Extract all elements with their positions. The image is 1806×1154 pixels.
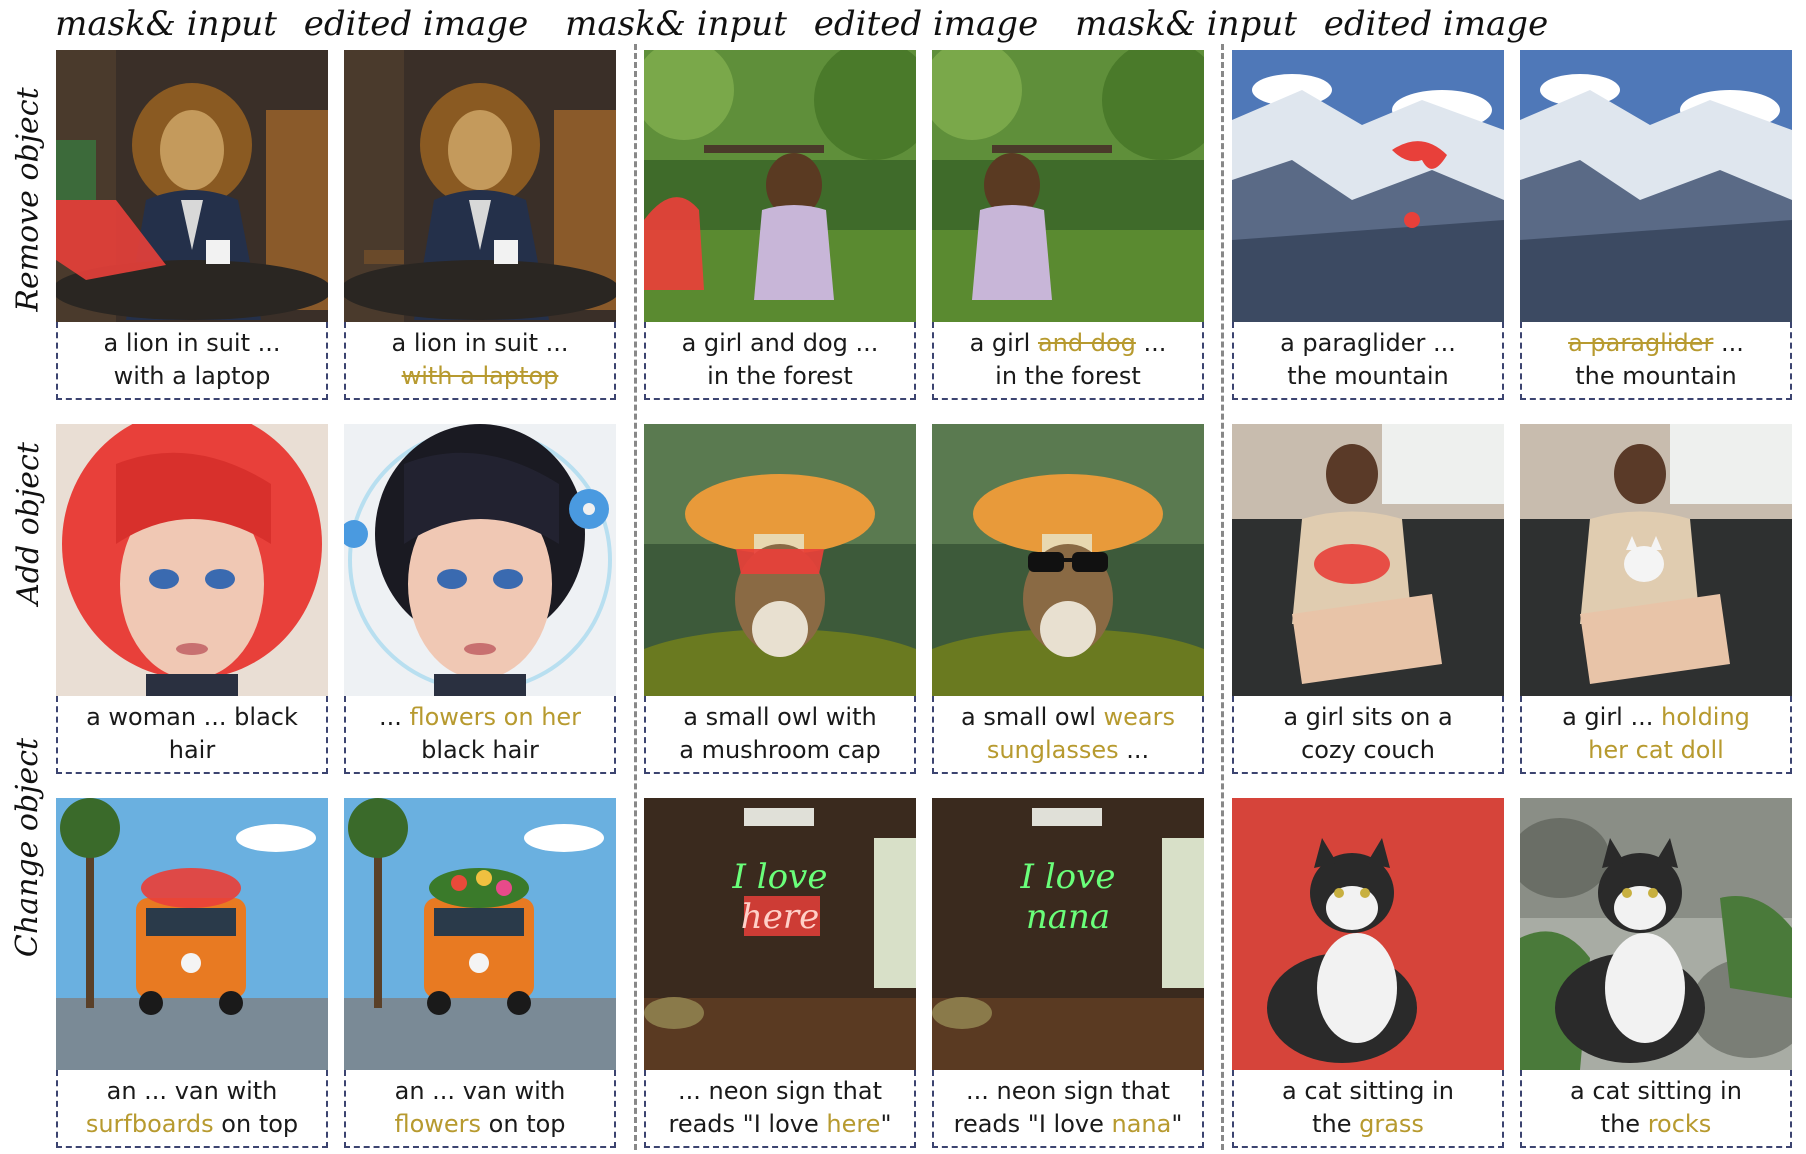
caption-neon-input: ... neon sign that reads "I love here"	[644, 1070, 916, 1148]
caption-cat-edited: a cat sitting in the rocks	[1520, 1070, 1792, 1148]
column-header-4: edited image	[813, 4, 1039, 44]
image-girl-forest-input	[644, 50, 916, 322]
image-girl-couch-input	[1232, 424, 1504, 696]
image-lion-input	[56, 50, 328, 322]
column-header-2: edited image	[303, 4, 529, 44]
image-cat-input	[1232, 798, 1504, 1070]
caption-woman-input: a woman ... black hair	[56, 696, 328, 774]
image-girl-couch-edited	[1520, 424, 1792, 696]
caption-girl-forest-edited: a girl and dog ... in the forest	[932, 322, 1204, 400]
image-van-input	[56, 798, 328, 1070]
row-label-remove: Remove object	[10, 86, 46, 312]
row-label-change: Change object	[10, 737, 46, 957]
caption-owl-input: a small owl with a mushroom cap	[644, 696, 916, 774]
caption-owl-edited: a small owl wears sunglasses ...	[932, 696, 1204, 774]
group-divider-2	[1221, 44, 1224, 1150]
caption-woman-edited: ... flowers on her black hair	[344, 696, 616, 774]
caption-girl-couch-input: a girl sits on a cozy couch	[1232, 696, 1504, 774]
column-header-5: mask& input	[1075, 4, 1297, 44]
caption-lion-edited: a lion in suit ... with a laptop	[344, 322, 616, 400]
column-header-6: edited image	[1323, 4, 1549, 44]
image-neon-input: I love here	[644, 798, 916, 1070]
image-lion-edited	[344, 50, 616, 322]
row-label-add: Add object	[10, 441, 46, 605]
caption-neon-edited: ... neon sign that reads "I love nana"	[932, 1070, 1204, 1148]
caption-girl-couch-edited: a girl ... holding her cat doll	[1520, 696, 1792, 774]
caption-van-input: an ... van with surfboards on top	[56, 1070, 328, 1148]
neon-sign-line1: I love	[732, 857, 828, 897]
neon-sign-line1: I love	[1020, 857, 1116, 897]
neon-sign-line2: here	[741, 897, 819, 937]
image-owl-edited	[932, 424, 1204, 696]
image-van-edited	[344, 798, 616, 1070]
caption-girl-forest-input: a girl and dog ... in the forest	[644, 322, 916, 400]
column-header-1: mask& input	[55, 4, 277, 44]
image-paraglider-edited	[1520, 50, 1792, 322]
caption-van-edited: an ... van with flowers on top	[344, 1070, 616, 1148]
image-neon-edited: I love nana	[932, 798, 1204, 1070]
image-woman-input	[56, 424, 328, 696]
image-cat-edited	[1520, 798, 1792, 1070]
image-girl-forest-edited	[932, 50, 1204, 322]
column-header-3: mask& input	[565, 4, 787, 44]
image-owl-input	[644, 424, 916, 696]
image-paraglider-input	[1232, 50, 1504, 322]
image-woman-edited	[344, 424, 616, 696]
group-divider-1	[634, 44, 637, 1150]
caption-paraglider-edited: a paraglider ... the mountain	[1520, 322, 1792, 400]
caption-lion-input: a lion in suit ... with a laptop	[56, 322, 328, 400]
neon-sign-line2: nana	[1026, 897, 1110, 937]
caption-paraglider-input: a paraglider ... the mountain	[1232, 322, 1504, 400]
caption-cat-input: a cat sitting in the grass	[1232, 1070, 1504, 1148]
